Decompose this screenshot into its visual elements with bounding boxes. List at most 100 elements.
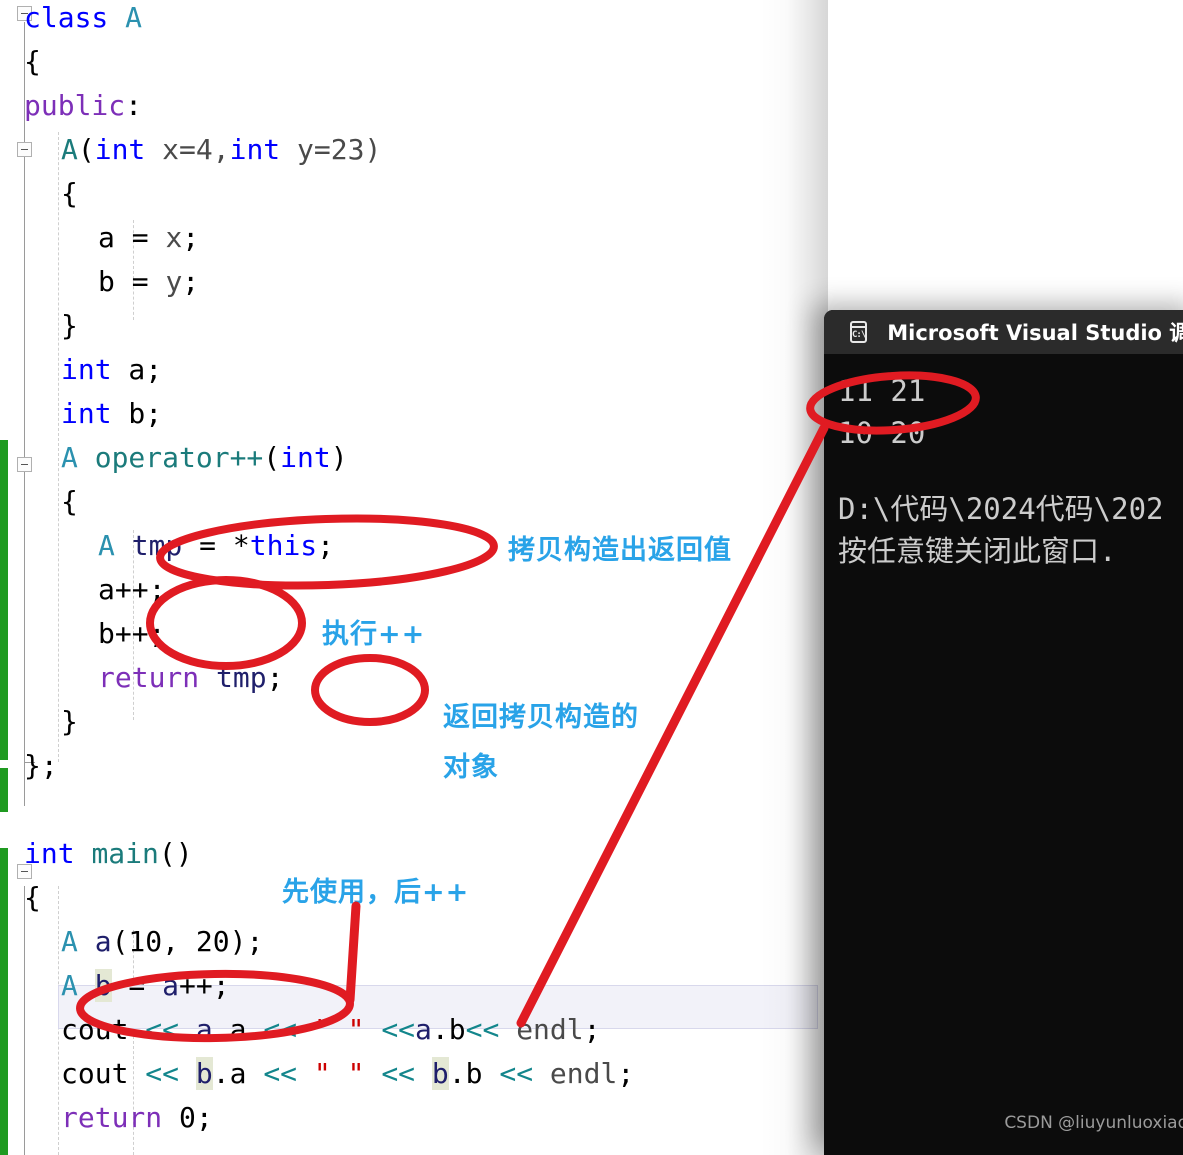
code-line[interactable]: public: (24, 84, 142, 128)
code-line[interactable]: A b = a++; (61, 964, 230, 1008)
console-cmd-icon: C:\ (850, 321, 868, 343)
code-token: << (499, 1057, 534, 1090)
code-token: main (91, 837, 159, 870)
code-token: b = (98, 265, 166, 298)
code-token: ; (266, 661, 284, 694)
code-token: int (94, 133, 146, 166)
code-token: ; (317, 529, 335, 562)
console-line-path: D:\代码\2024代码\202 (838, 492, 1164, 526)
code-token: a++; (98, 573, 166, 606)
code-token: b (195, 1057, 213, 1090)
code-line[interactable]: A tmp = *this; (98, 524, 334, 568)
code-line[interactable]: { (61, 480, 78, 524)
code-line[interactable]: return 0; (61, 1096, 213, 1140)
code-token: A (98, 529, 115, 562)
code-token: A (61, 441, 78, 474)
debug-console-window[interactable]: C:\ Microsoft Visual Studio 调试 11 21 10 … (824, 310, 1183, 1155)
code-token: " " (313, 1057, 365, 1090)
code-token: y=23) (280, 133, 382, 166)
change-bar (0, 768, 8, 812)
code-line[interactable]: int a; (61, 348, 162, 392)
code-token: 0; (162, 1101, 213, 1134)
change-bar (0, 848, 8, 1155)
code-token: ; (617, 1057, 635, 1090)
code-line[interactable]: { (61, 172, 78, 216)
code-line[interactable]: class A (24, 0, 142, 40)
console-line-prompt: 按任意键关闭此窗口. (838, 534, 1117, 568)
code-token: } (61, 309, 78, 342)
code-token: int (280, 441, 331, 474)
code-line[interactable]: a = x; (98, 216, 199, 260)
code-line[interactable]: } (61, 304, 78, 348)
code-token: return (61, 1101, 163, 1134)
code-token: { (24, 881, 41, 914)
anno-copy-ctor-return: 拷贝构造出返回值 (508, 535, 732, 566)
code-token: ; (583, 1013, 601, 1046)
code-token: x (165, 221, 183, 254)
code-token: A (61, 925, 78, 958)
code-line[interactable]: A operator++(int) (61, 436, 348, 480)
code-token: int (24, 837, 75, 870)
code-token: ( (263, 441, 281, 474)
code-token: return (98, 661, 200, 694)
code-token: (10, 20); (111, 925, 264, 958)
code-token: b; (111, 397, 163, 430)
code-line[interactable]: int b; (61, 392, 162, 436)
code-line[interactable]: b = y; (98, 260, 199, 304)
code-token: a (94, 925, 112, 958)
anno-use-first: 先使用，后++ (282, 877, 470, 908)
code-line[interactable]: b++; (98, 612, 165, 656)
code-token: .b (431, 1013, 466, 1046)
code-line[interactable]: { (24, 40, 41, 84)
code-token: a = (98, 221, 166, 254)
code-token: b (94, 969, 112, 1002)
code-line[interactable]: cout << b.a << " " << b.b << endl; (61, 1052, 634, 1096)
console-title-text: Microsoft Visual Studio 调试 (887, 321, 1183, 345)
code-token: .b (448, 1057, 500, 1090)
code-token: int (61, 353, 112, 386)
code-token: () (158, 837, 193, 870)
code-token: { (61, 177, 78, 210)
code-line[interactable]: { (24, 876, 41, 920)
console-title-bar: C:\ Microsoft Visual Studio 调试 (824, 310, 1183, 354)
code-token: operator++ (94, 441, 264, 474)
code-token: ) (330, 441, 348, 474)
code-token: b++; (98, 617, 166, 650)
code-token: ( (77, 133, 95, 166)
collapse-toggle-ctor[interactable] (17, 142, 32, 157)
code-token: a (162, 969, 180, 1002)
editor-edge-shadow (760, 0, 828, 1155)
code-line[interactable]: }; (24, 744, 58, 788)
watermark-text: CSDN @liuyunluoxiao (1004, 1113, 1183, 1133)
code-line[interactable]: A a(10, 20); (61, 920, 263, 964)
collapse-toggle-operator[interactable] (17, 457, 32, 472)
code-token: << (381, 1057, 416, 1090)
code-editor-pane[interactable]: class A{public: A(int x=4,int y=23){a = x… (0, 0, 828, 1155)
outline-rail (24, 886, 25, 1155)
code-token: tmp (216, 661, 267, 694)
code-line[interactable]: A(int x=4,int y=23) (61, 128, 381, 172)
code-line[interactable]: } (61, 700, 78, 744)
code-line[interactable]: return tmp; (98, 656, 283, 700)
code-token: int (61, 397, 112, 430)
code-token: public (24, 89, 126, 122)
code-token: x=4, (145, 133, 230, 166)
code-token: a (195, 1013, 213, 1046)
code-token: cout (61, 1057, 146, 1090)
code-token: A (61, 969, 78, 1002)
console-output: 11 21 10 20 D:\代码\2024代码\202 按任意键关闭此窗口. (824, 354, 1183, 1155)
code-line[interactable]: a++; (98, 568, 165, 612)
code-line[interactable]: cout << a.a << " " <<a.b<< endl; (61, 1008, 601, 1052)
code-line[interactable]: int main() (24, 832, 193, 876)
code-token: = * (182, 529, 250, 562)
